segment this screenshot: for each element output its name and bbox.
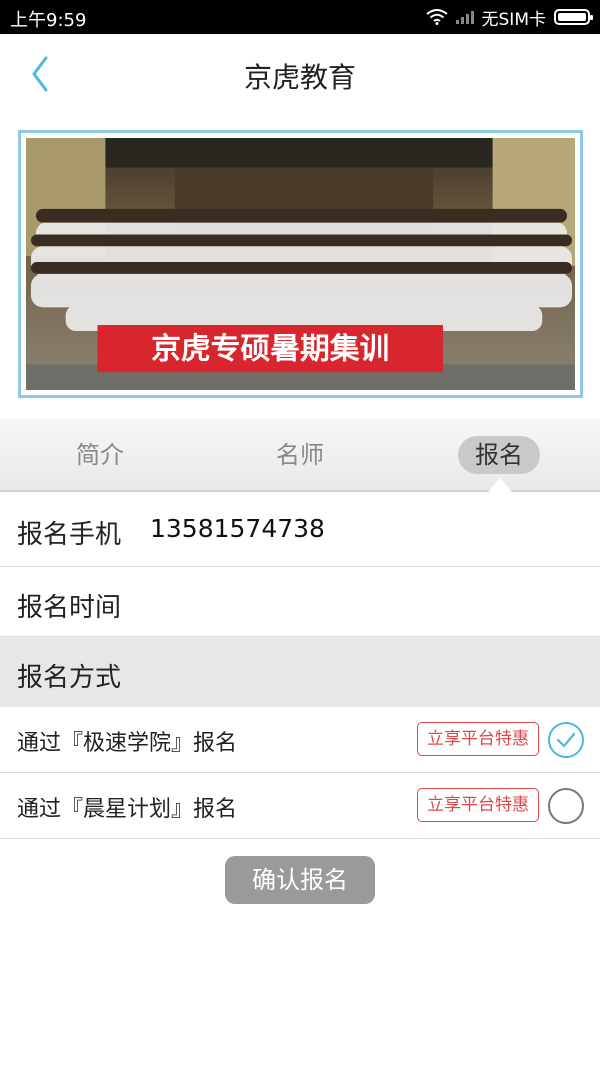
- app-header: 京虎教育: [0, 34, 600, 114]
- radio-checked[interactable]: [548, 722, 584, 758]
- tab-signup[interactable]: 报名: [458, 436, 540, 474]
- status-bar: 上午9:59 无SIM卡: [0, 0, 600, 34]
- phone-row: 报名手机 13581574738: [0, 494, 600, 567]
- signal-icon: [455, 10, 474, 24]
- option-row-chenxing[interactable]: 通过『晨星计划』报名 立享平台特惠: [0, 773, 600, 839]
- time-label: 报名时间: [17, 593, 122, 623]
- status-icons: 无SIM卡: [425, 6, 593, 30]
- phone-label: 报名手机: [17, 520, 122, 550]
- option-label: 通过『晨星计划』报名: [17, 797, 238, 822]
- time-row[interactable]: 报名时间: [0, 567, 600, 637]
- promo-badge: 立享平台特惠: [417, 722, 539, 756]
- page-title: 京虎教育: [243, 61, 356, 94]
- confirm-signup-button[interactable]: 确认报名: [225, 856, 375, 904]
- option-label: 通过『极速学院』报名: [17, 731, 238, 756]
- method-section-header: 报名方式: [0, 637, 600, 707]
- banner-sign-text: 京虎专硕暑期集训: [151, 331, 389, 366]
- radio-unchecked[interactable]: [548, 788, 584, 824]
- method-label: 报名方式: [17, 663, 122, 693]
- status-time: 上午9:59: [10, 10, 87, 31]
- option-row-jisu[interactable]: 通过『极速学院』报名 立享平台特惠: [0, 707, 600, 773]
- tab-intro[interactable]: 简介: [70, 436, 130, 474]
- group-photo-image: 京虎专硕暑期集训: [26, 138, 575, 390]
- banner-image: 京虎专硕暑期集训: [18, 130, 583, 398]
- wifi-icon: [425, 9, 448, 25]
- tab-pointer: [488, 478, 512, 492]
- carrier-text: 无SIM卡: [481, 9, 546, 30]
- promo-badge: 立享平台特惠: [417, 788, 539, 822]
- phone-field[interactable]: 13581574738: [150, 514, 325, 543]
- tab-teachers[interactable]: 名师: [270, 436, 330, 474]
- check-icon: [556, 732, 576, 748]
- battery-icon: [554, 9, 593, 25]
